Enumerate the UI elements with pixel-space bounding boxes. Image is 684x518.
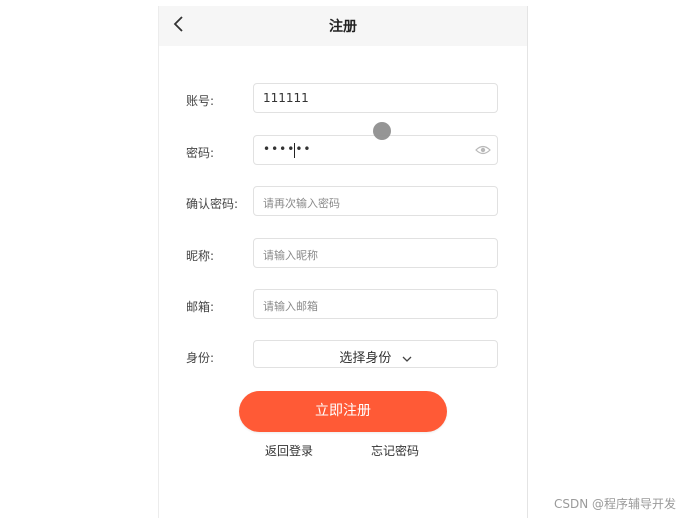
password-field[interactable]: •••••• xyxy=(253,135,498,165)
account-label: 账号: xyxy=(186,94,215,108)
confirm-password-label: 确认密码: xyxy=(186,197,239,211)
phone-screen: 注册 账号: 111111 密码: •••••• 确认密码: 请再次输入密码 昵… xyxy=(158,6,528,518)
identity-label: 身份: xyxy=(186,351,215,365)
account-field[interactable]: 111111 xyxy=(253,83,498,113)
eye-icon[interactable] xyxy=(475,144,491,156)
page-title: 注册 xyxy=(329,19,357,35)
forgot-password-link[interactable]: 忘记密码 xyxy=(371,442,419,459)
touch-indicator xyxy=(373,122,391,140)
email-placeholder: 请输入邮箱 xyxy=(263,300,318,313)
text-caret xyxy=(294,143,295,158)
register-button[interactable]: 立即注册 xyxy=(239,391,447,432)
email-field[interactable]: 请输入邮箱 xyxy=(253,289,498,319)
chevron-down-icon xyxy=(402,356,412,362)
account-value: 111111 xyxy=(263,91,309,105)
identity-select-content: 选择身份 xyxy=(254,347,497,366)
email-label: 邮箱: xyxy=(186,300,215,314)
confirm-password-field[interactable]: 请再次输入密码 xyxy=(253,186,498,216)
watermark: CSDN @程序辅导开发 xyxy=(553,497,676,511)
password-value: •••••• xyxy=(263,142,312,156)
back-to-login-link[interactable]: 返回登录 xyxy=(265,442,313,459)
password-label: 密码: xyxy=(186,146,215,160)
nickname-placeholder: 请输入昵称 xyxy=(263,249,318,262)
nickname-field[interactable]: 请输入昵称 xyxy=(253,238,498,268)
confirm-password-placeholder: 请再次输入密码 xyxy=(263,197,340,210)
identity-select-value: 选择身份 xyxy=(339,351,392,366)
navbar: 注册 xyxy=(159,6,527,46)
identity-select[interactable]: 选择身份 xyxy=(253,340,498,368)
nickname-label: 昵称: xyxy=(186,249,215,263)
